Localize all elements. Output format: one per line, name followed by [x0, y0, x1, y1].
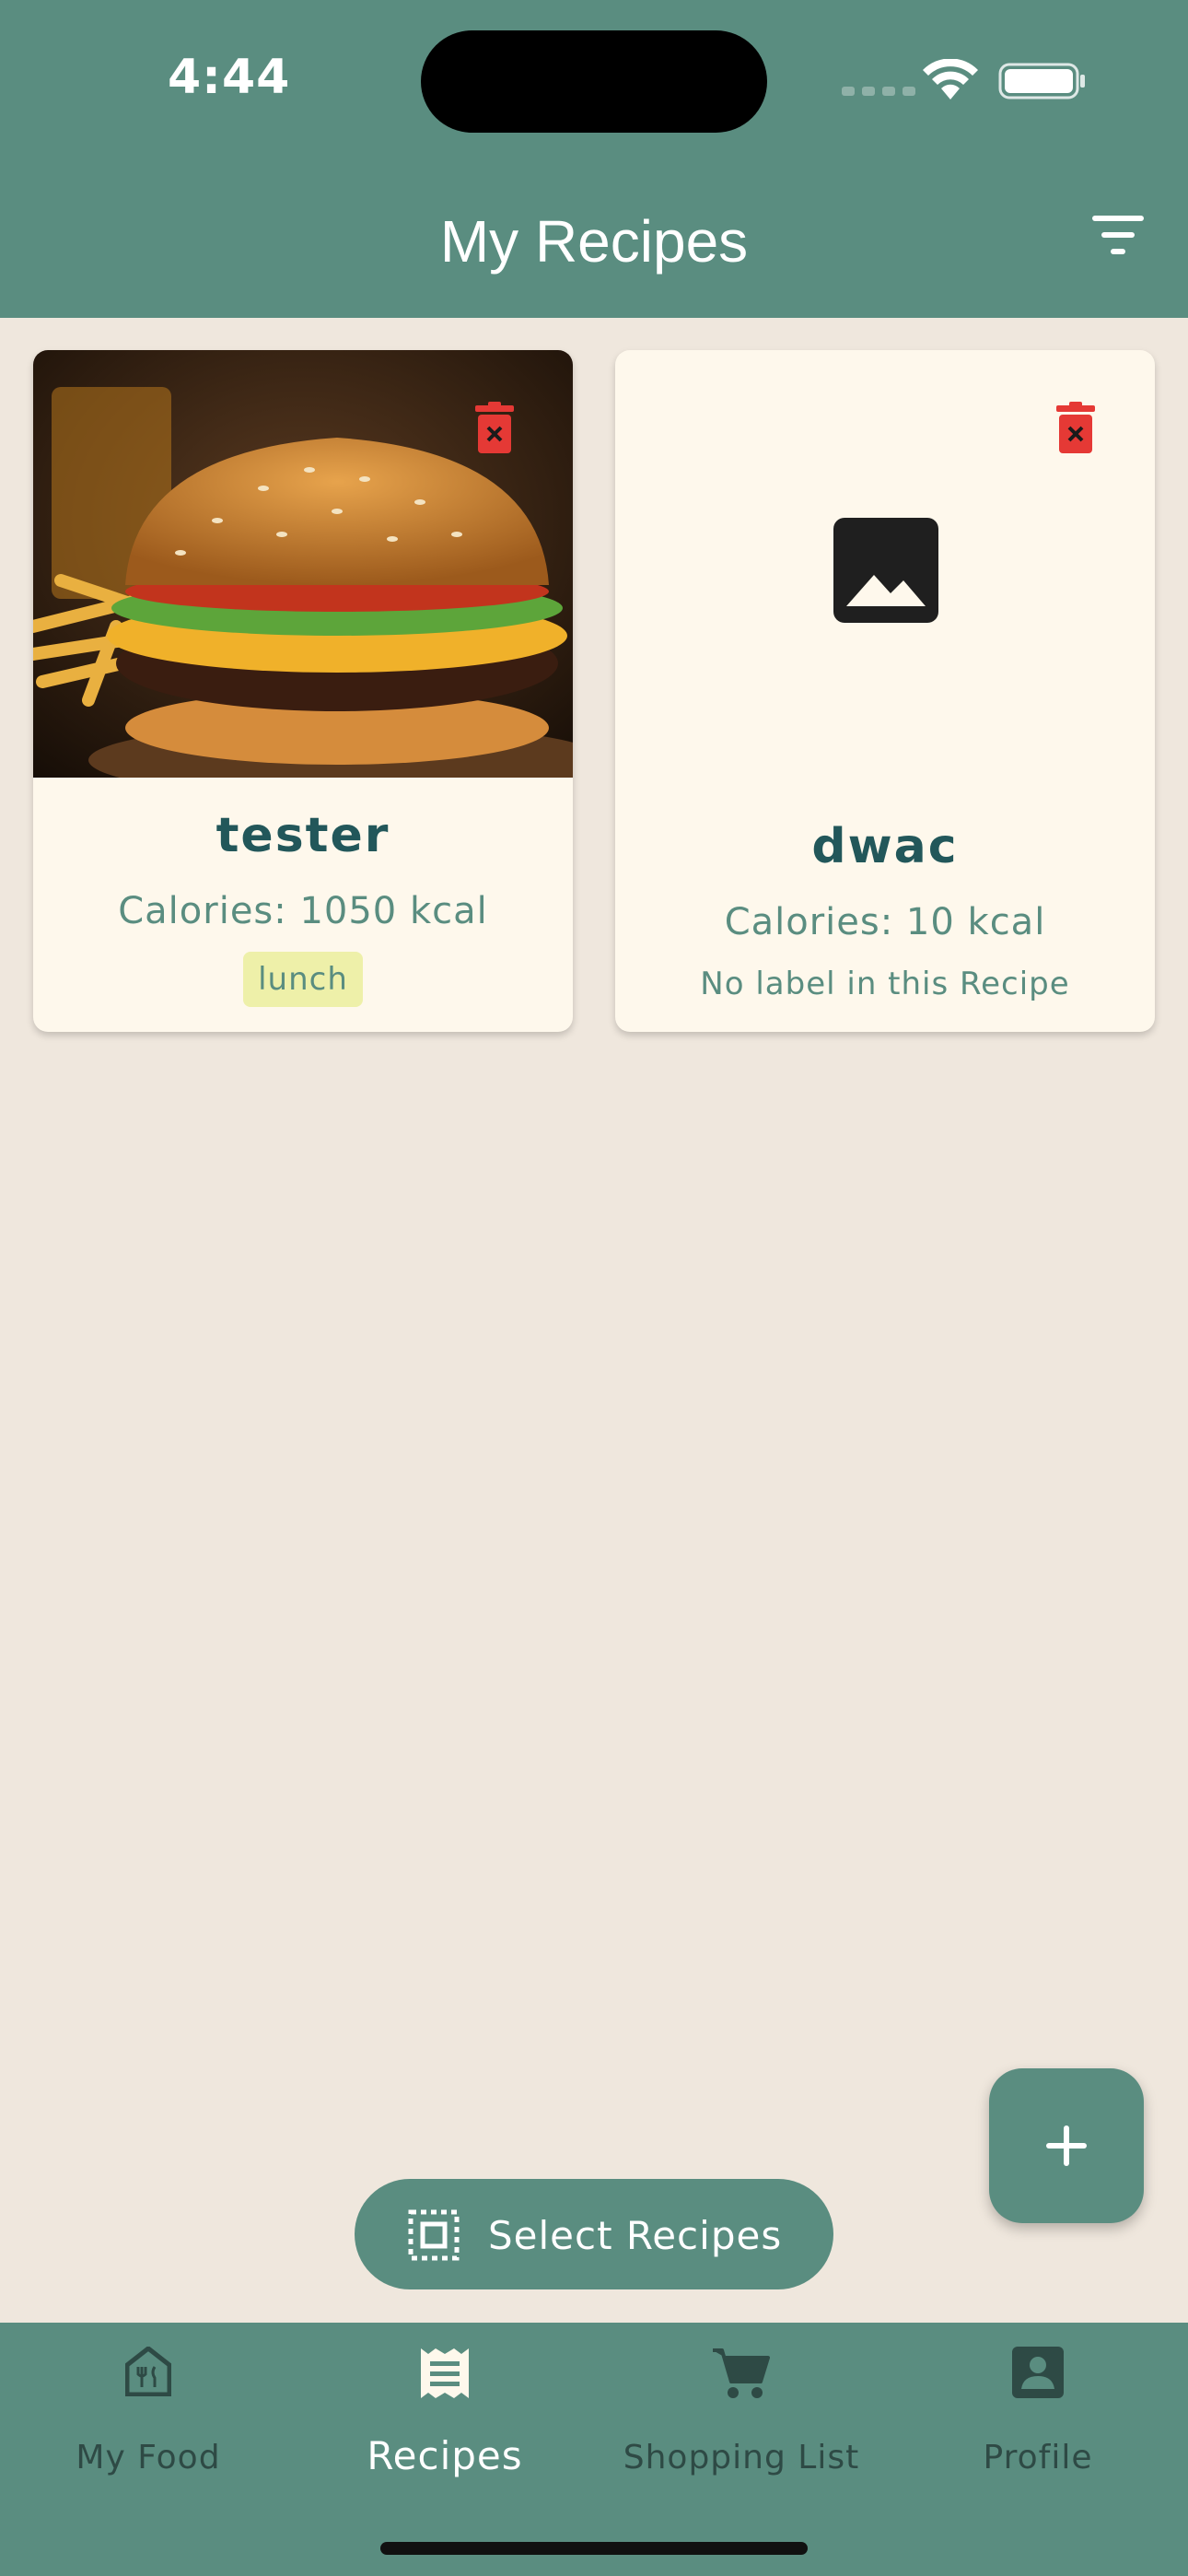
nav-label: Recipes	[367, 2433, 523, 2478]
select-recipes-label: Select Recipes	[488, 2213, 783, 2258]
select-recipes-button[interactable]: Select Recipes	[355, 2179, 833, 2289]
receipt-icon	[421, 2348, 469, 2398]
select-all-icon	[408, 2209, 460, 2261]
recipe-calories: Calories: 1050 kcal	[118, 890, 488, 932]
cart-icon	[713, 2348, 770, 2398]
nav-label: Shopping List	[623, 2439, 860, 2476]
image-placeholder-icon	[833, 518, 938, 623]
add-recipe-button[interactable]	[989, 2068, 1144, 2223]
nav-recipes[interactable]: Recipes	[297, 2323, 593, 2507]
nav-label: Profile	[983, 2439, 1093, 2476]
recipe-name: tester	[215, 808, 390, 863]
filter-icon[interactable]	[1092, 216, 1151, 265]
recipe-card-dwac[interactable]: dwac Calories: 10 kcal No label in this …	[615, 350, 1155, 1032]
wifi-icon	[923, 59, 978, 100]
nav-label: My Food	[76, 2439, 221, 2476]
cellular-signal-icon	[842, 87, 915, 96]
dynamic-island	[421, 30, 767, 133]
recipe-calories: Calories: 10 kcal	[724, 901, 1046, 943]
no-label-text: No label in this Recipe	[700, 966, 1070, 1002]
page-title: My Recipes	[439, 208, 749, 275]
battery-icon	[998, 63, 1085, 100]
person-badge-icon	[1012, 2347, 1064, 2398]
bottom-navigation: My Food Recipes Shopping List Profile	[0, 2323, 1188, 2576]
nav-profile[interactable]: Profile	[890, 2323, 1186, 2507]
recipe-card-tester[interactable]: tester Calories: 1050 kcal lunch	[33, 350, 573, 1032]
delete-recipe-icon[interactable]	[1056, 402, 1095, 453]
delete-recipe-icon[interactable]	[475, 402, 514, 453]
app-bar: 4:44 My Recipes	[0, 0, 1188, 318]
home-indicator	[380, 2542, 808, 2555]
nav-shopping-list[interactable]: Shopping List	[593, 2323, 890, 2507]
status-time: 4:44	[168, 50, 291, 105]
home-utensils-icon	[125, 2347, 171, 2396]
nav-my-food[interactable]: My Food	[0, 2323, 297, 2507]
recipe-name: dwac	[811, 819, 959, 874]
recipe-label-chip: lunch	[243, 952, 363, 1007]
